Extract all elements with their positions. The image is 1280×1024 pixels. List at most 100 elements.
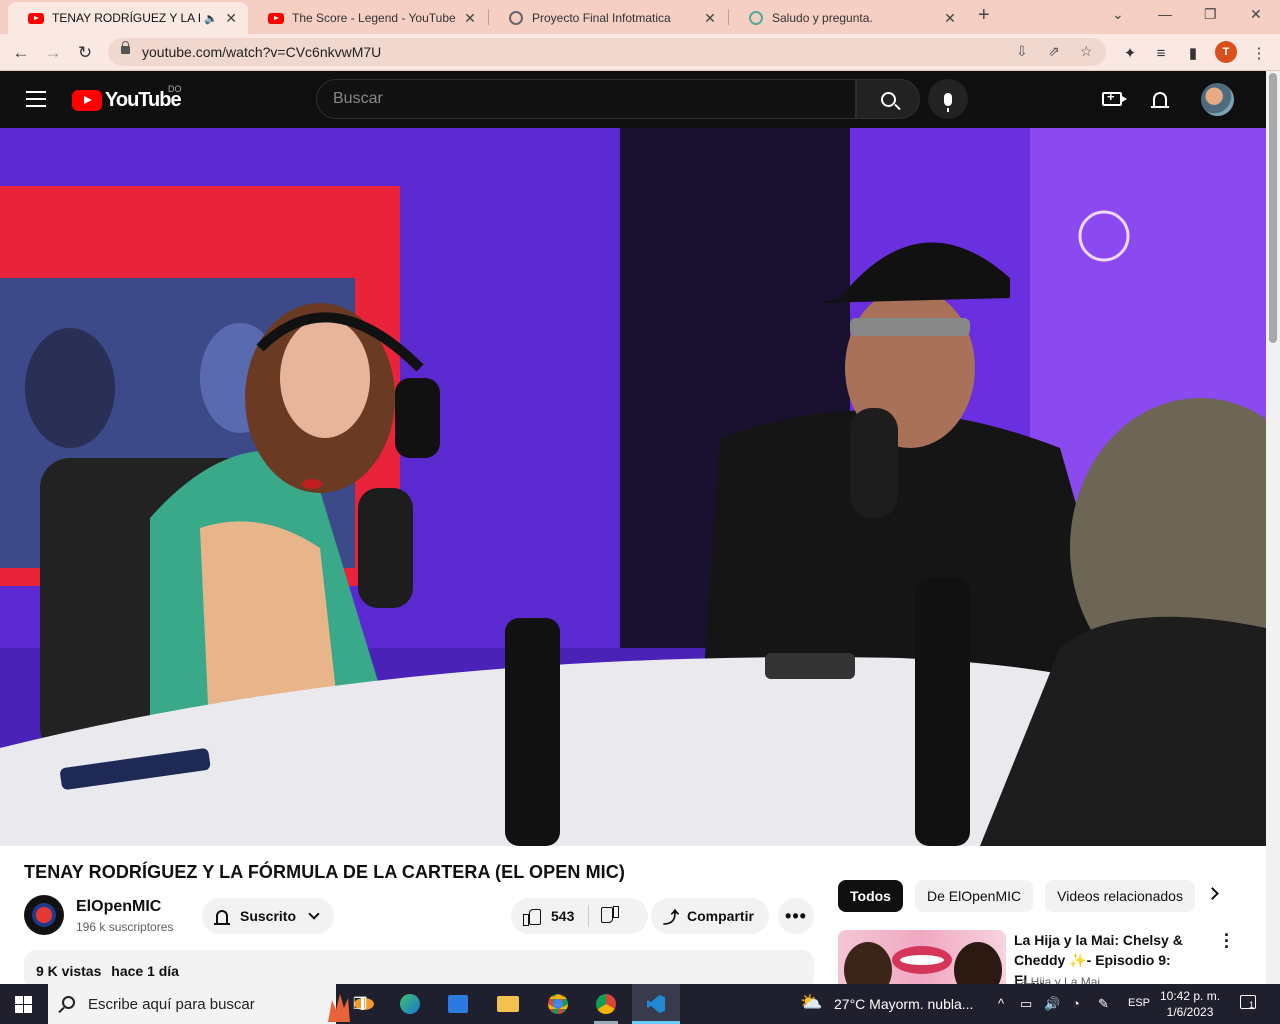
clock-time: 10:42 p. m. (1160, 989, 1221, 1003)
chrome-icon[interactable] (534, 984, 582, 1024)
youtube-icon (28, 10, 44, 26)
scrollbar-thumb[interactable] (1269, 73, 1277, 343)
recommendation-thumbnail[interactable] (838, 930, 1006, 984)
more-actions-button[interactable]: ••• (778, 898, 814, 934)
battery-icon[interactable]: ▭ (1020, 996, 1032, 1012)
thumbnail-image (844, 942, 1002, 984)
tab-the-score[interactable]: The Score - Legend - YouTube ✕ (248, 2, 488, 34)
share-label: Compartir (687, 908, 754, 924)
tab-title: Saludo y pregunta. (772, 11, 873, 25)
close-icon[interactable]: ✕ (224, 10, 238, 27)
back-button[interactable]: ← (8, 40, 34, 66)
task-view-icon[interactable]: ❐ (336, 984, 384, 1024)
tab-title: Proyecto Final Infotmatica (532, 11, 671, 25)
new-tab-button[interactable]: + (978, 4, 990, 27)
notification-count: 1 (1249, 1000, 1255, 1010)
weather-cloud-icon[interactable]: ⛅ (800, 992, 822, 1013)
edge-icon[interactable] (386, 984, 434, 1024)
tab-title: TENAY RODRÍGUEZ Y LA FÓR (52, 11, 200, 25)
bookmark-star-icon[interactable]: ☆ (1080, 43, 1093, 60)
clock[interactable]: 10:42 p. m. 1/6/2023 (1160, 988, 1220, 1020)
chrome-profile-icon[interactable] (582, 984, 630, 1024)
create-icon (1102, 89, 1127, 106)
like-dislike-group: 543 (511, 898, 648, 934)
page-scrollbar[interactable] (1266, 71, 1280, 984)
browser-tab-bar: TENAY RODRÍGUEZ Y LA FÓR 🔈 ✕ The Score -… (0, 0, 1280, 34)
chevron-up-icon[interactable]: ^ (998, 996, 1004, 1011)
bell-icon (1151, 92, 1169, 108)
tab-proyecto[interactable]: Proyecto Final Infotmatica ✕ (488, 2, 728, 34)
extensions-icon[interactable]: ✦ (1117, 40, 1143, 66)
address-bar[interactable]: youtube.com/watch?v=CVc6nkvwM7U ⇩ ⇗ ☆ (108, 38, 1106, 66)
taskbar-search-placeholder: Escribe aquí para buscar (88, 995, 255, 1013)
wifi-icon[interactable]: ◔ (1072, 996, 1080, 1011)
menu-icon[interactable] (26, 91, 46, 107)
media-control-icon[interactable]: ≡ (1148, 40, 1174, 66)
url-text[interactable]: youtube.com/watch?v=CVc6nkvwM7U (142, 44, 381, 60)
volume-icon[interactable]: 🔊 (1044, 996, 1060, 1012)
create-video-button[interactable] (1100, 87, 1127, 111)
install-icon[interactable]: ⇩ (1016, 43, 1028, 60)
pen-icon[interactable]: ✎ (1098, 996, 1109, 1012)
restore-button[interactable]: ❐ (1204, 6, 1217, 23)
close-icon[interactable]: ✕ (462, 10, 478, 27)
close-icon[interactable]: ✕ (942, 10, 958, 27)
microphone-icon (944, 92, 952, 112)
tab-title: The Score - Legend - YouTube (292, 11, 456, 25)
chip-de-elopenmic[interactable]: De ElOpenMIC (914, 880, 1034, 912)
side-panel-icon[interactable]: ▮ (1180, 40, 1206, 66)
lock-icon[interactable] (121, 41, 130, 54)
minimize-button[interactable]: — (1158, 6, 1172, 22)
chip-todos[interactable]: Todos (838, 880, 903, 912)
taskbar-search-input[interactable]: Escribe aquí para buscar (48, 984, 374, 1024)
search-button[interactable] (856, 79, 920, 119)
store-icon[interactable] (434, 984, 482, 1024)
like-icon[interactable] (523, 908, 541, 926)
file-explorer-icon[interactable] (484, 984, 532, 1024)
youtube-header: YouTube DO Buscar (0, 71, 1266, 128)
search-input[interactable]: Buscar (316, 79, 856, 119)
dislike-icon[interactable] (603, 908, 619, 924)
like-count[interactable]: 543 (551, 908, 574, 924)
chip-videos-relacionados[interactable]: Videos relacionados (1045, 880, 1195, 912)
notification-icon[interactable]: 1 (1240, 995, 1256, 1010)
close-icon[interactable]: ✕ (702, 10, 718, 27)
youtube-logo-icon (72, 90, 102, 111)
view-count: 9 K vistas (36, 963, 102, 979)
channel-avatar[interactable] (24, 895, 64, 935)
share-icon[interactable]: ⇗ (1048, 43, 1060, 60)
bell-icon (214, 909, 230, 925)
chevron-right-icon[interactable] (1206, 887, 1219, 900)
language-indicator[interactable]: ESP (1128, 997, 1150, 1009)
tab-saludo[interactable]: Saludo y pregunta. ✕ (728, 2, 968, 34)
window-close-button[interactable]: ✕ (1250, 6, 1262, 23)
subscribed-button[interactable]: Suscrito (202, 898, 334, 934)
clock-date: 1/6/2023 (1166, 1005, 1214, 1019)
youtube-logo[interactable]: YouTube DO (72, 84, 182, 112)
share-arrow-icon: ⤴ (663, 910, 680, 927)
windows-start-icon[interactable] (15, 996, 32, 1013)
like-separator (588, 905, 590, 927)
weather-text[interactable]: 27°C Mayorm. nubla... (834, 996, 973, 1012)
profile-avatar[interactable]: T (1215, 41, 1237, 63)
tab-search-chevron-icon[interactable]: ⌄ (1112, 6, 1124, 23)
more-vert-icon[interactable]: · · · (1224, 926, 1230, 956)
menu-kebab-icon[interactable]: ⋮ (1246, 40, 1272, 66)
share-button[interactable]: ⤴ Compartir (651, 898, 769, 934)
channel-name[interactable]: ElOpenMIC (76, 898, 161, 916)
youtube-icon (268, 10, 284, 26)
voice-search-button[interactable] (928, 79, 968, 119)
globe-icon (508, 10, 524, 26)
speaker-icon[interactable]: 🔈 (204, 12, 218, 25)
notifications-button[interactable] (1148, 87, 1172, 111)
country-code: DO (168, 84, 182, 94)
upload-date: hace 1 día (111, 963, 179, 979)
avatar[interactable] (1201, 83, 1234, 116)
video-player[interactable] (0, 128, 1266, 846)
tab-tenay[interactable]: TENAY RODRÍGUEZ Y LA FÓR 🔈 ✕ (8, 2, 248, 34)
chevron-down-icon (308, 908, 320, 920)
reload-button[interactable]: ↻ (72, 40, 98, 66)
forward-button[interactable]: → (40, 40, 66, 66)
vscode-icon[interactable] (632, 984, 680, 1024)
related-chips: Todos De ElOpenMIC Videos relacionados (838, 880, 1207, 912)
